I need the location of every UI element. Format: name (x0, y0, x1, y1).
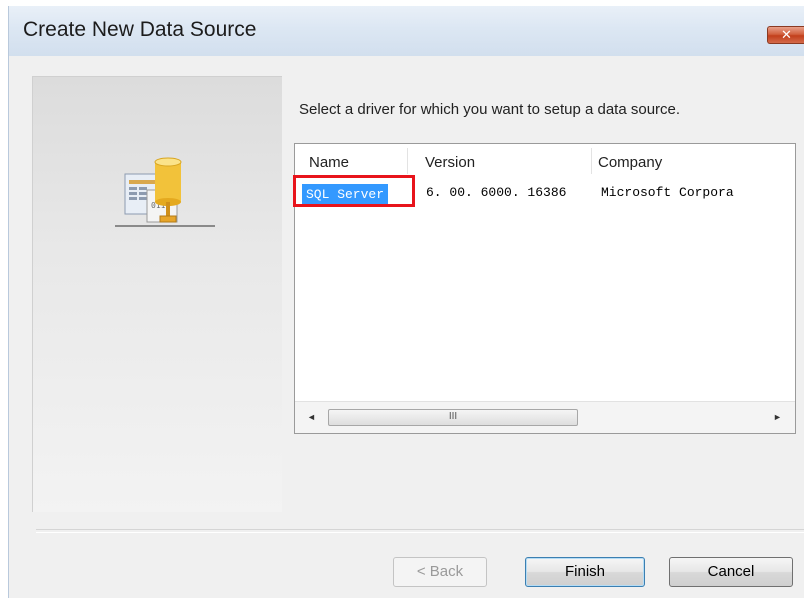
column-divider[interactable] (407, 148, 408, 174)
instruction-text: Select a driver for which you want to se… (299, 101, 681, 118)
column-header-name[interactable]: Name (309, 154, 349, 171)
driver-company-cell: Microsoft Corpora (601, 185, 734, 200)
dialog-title: Create New Data Source (23, 18, 257, 41)
scroll-right-arrow-icon[interactable]: ► (773, 412, 782, 422)
scroll-left-arrow-icon[interactable]: ◄ (307, 412, 316, 422)
cancel-button[interactable]: Cancel (669, 557, 793, 587)
title-bar: Create New Data Source ✕ (9, 6, 804, 56)
grip-icon: III (448, 411, 458, 422)
close-icon: ✕ (781, 27, 792, 42)
horizontal-scrollbar[interactable]: ◄ III ► (295, 401, 795, 433)
create-data-source-dialog: Create New Data Source ✕ 0110 Select a d… (8, 6, 804, 598)
back-button[interactable]: < Back (393, 557, 487, 587)
selection-highlight-box (293, 175, 415, 207)
column-header-company[interactable]: Company (598, 154, 662, 171)
list-header: Name Version Company (295, 144, 795, 178)
data-source-database-icon: 0110 (115, 157, 215, 227)
scrollbar-thumb[interactable]: III (328, 409, 578, 426)
finish-button[interactable]: Finish (525, 557, 645, 587)
close-button[interactable]: ✕ (767, 26, 804, 44)
button-separator (36, 529, 804, 533)
column-header-version[interactable]: Version (425, 154, 475, 171)
column-divider[interactable] (591, 148, 592, 174)
wizard-side-panel: 0110 (32, 76, 282, 512)
driver-version-cell: 6. 00. 6000. 16386 (426, 185, 567, 200)
